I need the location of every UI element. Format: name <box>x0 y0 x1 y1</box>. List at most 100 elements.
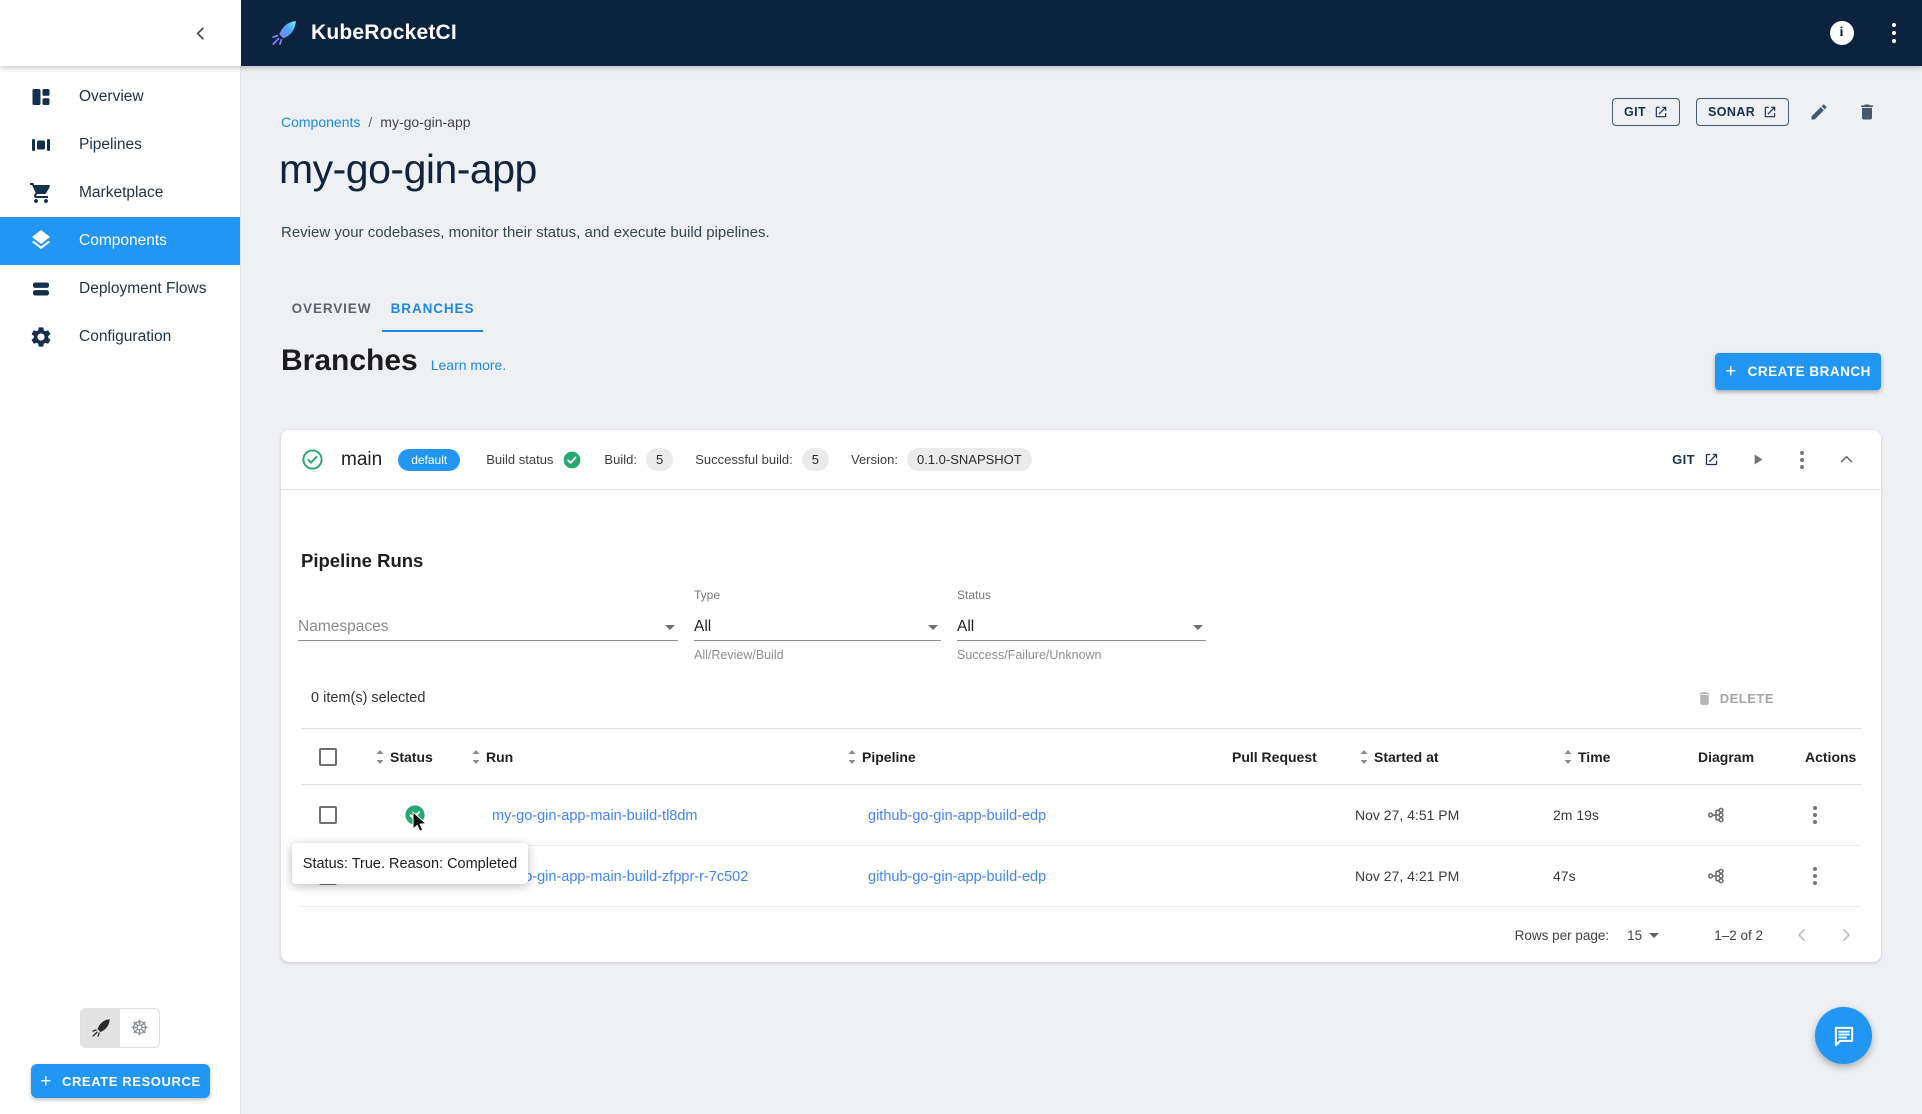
column-header-run[interactable]: Run <box>443 749 819 765</box>
edit-component-button[interactable] <box>1801 94 1837 130</box>
page-subtitle: Review your codebases, monitor their sta… <box>281 224 770 241</box>
type-filter[interactable]: Type All All/Review/Build <box>694 588 941 662</box>
branch-git-button[interactable]: GIT <box>1672 452 1719 467</box>
external-link-icon <box>1655 106 1667 118</box>
row-checkbox[interactable] <box>319 806 337 824</box>
sidebar-collapse-button[interactable] <box>187 20 213 46</box>
type-filter-value: All <box>694 618 712 635</box>
column-header-time[interactable]: Time <box>1535 749 1663 765</box>
topbar: KubeRocketCI i <box>241 0 1922 66</box>
git-link-button[interactable]: GIT <box>1612 98 1681 126</box>
diagram-button[interactable] <box>1706 803 1730 827</box>
sort-icon <box>472 749 480 764</box>
overview-icon <box>32 89 50 105</box>
sidebar-item-label: Marketplace <box>79 184 164 201</box>
chat-fab-button[interactable] <box>1815 1007 1872 1064</box>
chevron-down-icon <box>1649 932 1660 938</box>
pagination-range: 1–2 of 2 <box>1714 927 1763 943</box>
tabs: OVERVIEW BRANCHES <box>281 285 483 332</box>
sidebar-item-deployment-flows[interactable]: Deployment Flows <box>0 265 240 313</box>
plus-icon: + <box>1725 361 1737 382</box>
sidebar-item-pipelines[interactable]: Pipelines <box>0 121 240 169</box>
time-value: 2m 19s <box>1553 807 1599 823</box>
build-label: Build: <box>604 452 637 467</box>
header: KubeRocketCI i <box>0 0 1922 66</box>
started-at-value: Nov 27, 4:51 PM <box>1355 807 1460 823</box>
breadcrumb-current: my-go-gin-app <box>380 114 471 130</box>
tree-diagram-icon <box>1707 868 1724 884</box>
rows-per-page-select[interactable]: 15 <box>1627 928 1662 943</box>
delete-component-button[interactable] <box>1849 94 1885 130</box>
external-link-icon <box>1705 453 1718 466</box>
run-link[interactable]: my-go-gin-app-main-build-zfppr-r-7c502 <box>492 869 748 885</box>
sidebar-item-configuration[interactable]: Configuration <box>0 313 240 361</box>
column-header-pipeline[interactable]: Pipeline <box>819 749 1191 765</box>
started-at-value: Nov 27, 4:21 PM <box>1355 868 1460 884</box>
column-header-diagram: Diagram <box>1698 748 1755 765</box>
previous-page-button[interactable] <box>1789 922 1815 948</box>
mouse-cursor <box>412 811 428 832</box>
app-logo: KubeRocketCI <box>269 18 457 48</box>
status-filter-label: Status <box>957 588 992 602</box>
collapse-branch-button[interactable] <box>1838 451 1855 468</box>
default-branch-badge: default <box>398 448 461 471</box>
namespaces-filter[interactable]: Namespaces <box>298 588 678 641</box>
tree-diagram-icon <box>1707 807 1724 823</box>
table-row: my-go-gin-app-main-build-tl8dm github-go… <box>301 785 1861 846</box>
create-resource-button[interactable]: + CREATE RESOURCE <box>31 1064 210 1098</box>
sidebar-item-overview[interactable]: Overview <box>0 73 240 121</box>
diagram-button[interactable] <box>1706 864 1730 888</box>
sidebar-item-label: Configuration <box>79 328 172 345</box>
rocket-logo-icon <box>272 21 296 45</box>
column-header-actions: Actions <box>1805 748 1857 765</box>
column-header-started-at[interactable]: Started at <box>1331 749 1535 765</box>
run-build-button[interactable] <box>1749 451 1766 468</box>
breadcrumb: Components / my-go-gin-app <box>281 114 471 130</box>
status-filter[interactable]: Status All Success/Failure/Unknown <box>957 588 1206 662</box>
table-pagination: Rows per page: 15 1–2 of 2 <box>281 908 1881 962</box>
trash-icon <box>1699 691 1710 705</box>
info-icon[interactable]: i <box>1829 21 1854 45</box>
row-actions-button[interactable] <box>1809 863 1821 889</box>
chevron-down-icon <box>1193 624 1203 630</box>
pipelines-icon <box>32 139 50 151</box>
main-content: Components / my-go-gin-app GIT SONAR my-… <box>241 66 1922 1114</box>
column-header-pull-request: Pull Request <box>1232 748 1317 765</box>
sidebar: Overview Pipelines Marketplace Component… <box>0 66 241 1114</box>
krci-view-toggle[interactable] <box>81 1009 120 1047</box>
delete-selected-button[interactable]: DELETE <box>1696 690 1774 707</box>
sidebar-item-components[interactable]: Components <box>0 217 240 265</box>
plus-icon: + <box>40 1070 52 1092</box>
table-header-row: Status Run Pipeline Pull Request Started… <box>301 728 1861 785</box>
next-page-button[interactable] <box>1833 922 1859 948</box>
row-actions-button[interactable] <box>1809 802 1821 828</box>
build-status-success-icon <box>564 451 581 468</box>
run-link[interactable]: my-go-gin-app-main-build-tl8dm <box>492 808 698 824</box>
pipeline-runs-table: Status Run Pipeline Pull Request Started… <box>301 728 1861 907</box>
sonar-link-button[interactable]: SONAR <box>1696 98 1790 126</box>
topbar-menu-icon[interactable] <box>1888 19 1901 48</box>
deployment-flows-icon <box>33 282 49 296</box>
tab-overview[interactable]: OVERVIEW <box>281 285 382 332</box>
branch-status-success-icon <box>302 449 323 470</box>
type-filter-label: Type <box>694 588 721 602</box>
rocket-toggle-icon <box>91 1019 110 1037</box>
column-header-status[interactable]: Status <box>347 749 443 765</box>
status-tooltip: Status: True. Reason: Completed <box>292 843 528 884</box>
branch-menu-button[interactable] <box>1796 447 1808 473</box>
k8s-view-toggle[interactable]: ☸ <box>120 1009 159 1047</box>
tab-branches[interactable]: BRANCHES <box>382 285 483 332</box>
trash-icon <box>1861 104 1874 120</box>
page-actions: GIT SONAR <box>1612 94 1885 130</box>
select-all-checkbox[interactable] <box>319 747 337 766</box>
pipeline-runs-title: Pipeline Runs <box>301 550 424 571</box>
pipeline-link[interactable]: github-go-gin-app-build-edp <box>868 808 1046 824</box>
version-label: Version: <box>850 452 898 467</box>
sidebar-item-marketplace[interactable]: Marketplace <box>0 169 240 217</box>
branch-accordion-header[interactable]: main default Build status Build: 5 Succe… <box>281 430 1881 490</box>
learn-more-link[interactable]: Learn more. <box>431 357 506 373</box>
chevron-up-icon <box>1840 455 1853 463</box>
breadcrumb-components-link[interactable]: Components <box>281 114 360 130</box>
create-branch-button[interactable]: + CREATE BRANCH <box>1715 353 1881 390</box>
pipeline-link[interactable]: github-go-gin-app-build-edp <box>868 869 1046 885</box>
